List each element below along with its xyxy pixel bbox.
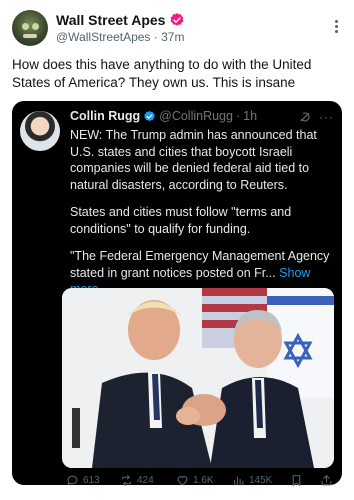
repost-button[interactable]: 424 [120,474,154,487]
like-count: 1.6K [193,475,214,486]
views-icon [234,476,244,486]
quoted-photo[interactable] [62,288,334,468]
share-icon [321,475,332,486]
quoted-text: NEW: The Trump admin has announced that … [70,127,336,309]
author-name[interactable]: Wall Street Apes [56,12,165,28]
like-button[interactable]: 1.6K [176,474,214,487]
quoted-author-handle[interactable]: @CollinRugg [159,109,233,123]
avatar-eye [22,23,29,30]
action-bar: 613 424 1.6K 145K [0,474,354,494]
verified-badge-icon [144,110,155,121]
more-options-icon[interactable] [330,18,342,38]
heart-icon [177,476,188,486]
quoted-more-icon[interactable]: ··· [319,110,334,124]
reply-button[interactable]: 613 [66,474,100,487]
author-row: Wall Street Apes [56,12,185,28]
meta-separator: · [235,109,241,123]
share-button[interactable] [320,474,333,487]
views-button[interactable]: 145K [232,474,272,487]
author-meta: @WallStreetApes · 37m [56,30,184,44]
views-count: 145K [249,475,273,486]
avatar[interactable] [12,10,48,46]
post-time[interactable]: 37m [161,30,184,44]
reply-count: 613 [83,475,100,486]
grok-icon[interactable] [299,111,311,123]
bookmark-icon [292,475,301,486]
avatar-mouth [23,34,37,38]
quoted-post[interactable]: Collin Rugg @CollinRugg · 1h ··· NEW: Th… [12,101,342,485]
post-header: Wall Street Apes @WallStreetApes · 37m [12,8,342,48]
repost-count: 424 [137,475,154,486]
author-handle[interactable]: @WallStreetApes [56,30,150,44]
bookmark-button[interactable] [290,474,303,487]
quoted-time[interactable]: 1h [243,109,257,123]
quoted-header-icons: ··· [299,110,334,124]
quoted-author-row: Collin Rugg @CollinRugg · 1h [70,109,257,123]
quoted-paragraph: NEW: The Trump admin has announced that … [70,128,317,192]
quoted-paragraph: States and cities must follow "terms and… [70,205,292,236]
meta-separator: · [153,30,158,44]
post-text: How does this have anything to do with t… [12,57,312,90]
reply-icon [67,475,78,486]
quoted-avatar[interactable] [20,111,60,151]
verified-badge-icon [171,13,184,26]
avatar-eye [32,23,39,30]
photo-illustration [62,288,334,468]
quoted-author-name[interactable]: Collin Rugg [70,109,140,123]
repost-icon [122,475,131,486]
